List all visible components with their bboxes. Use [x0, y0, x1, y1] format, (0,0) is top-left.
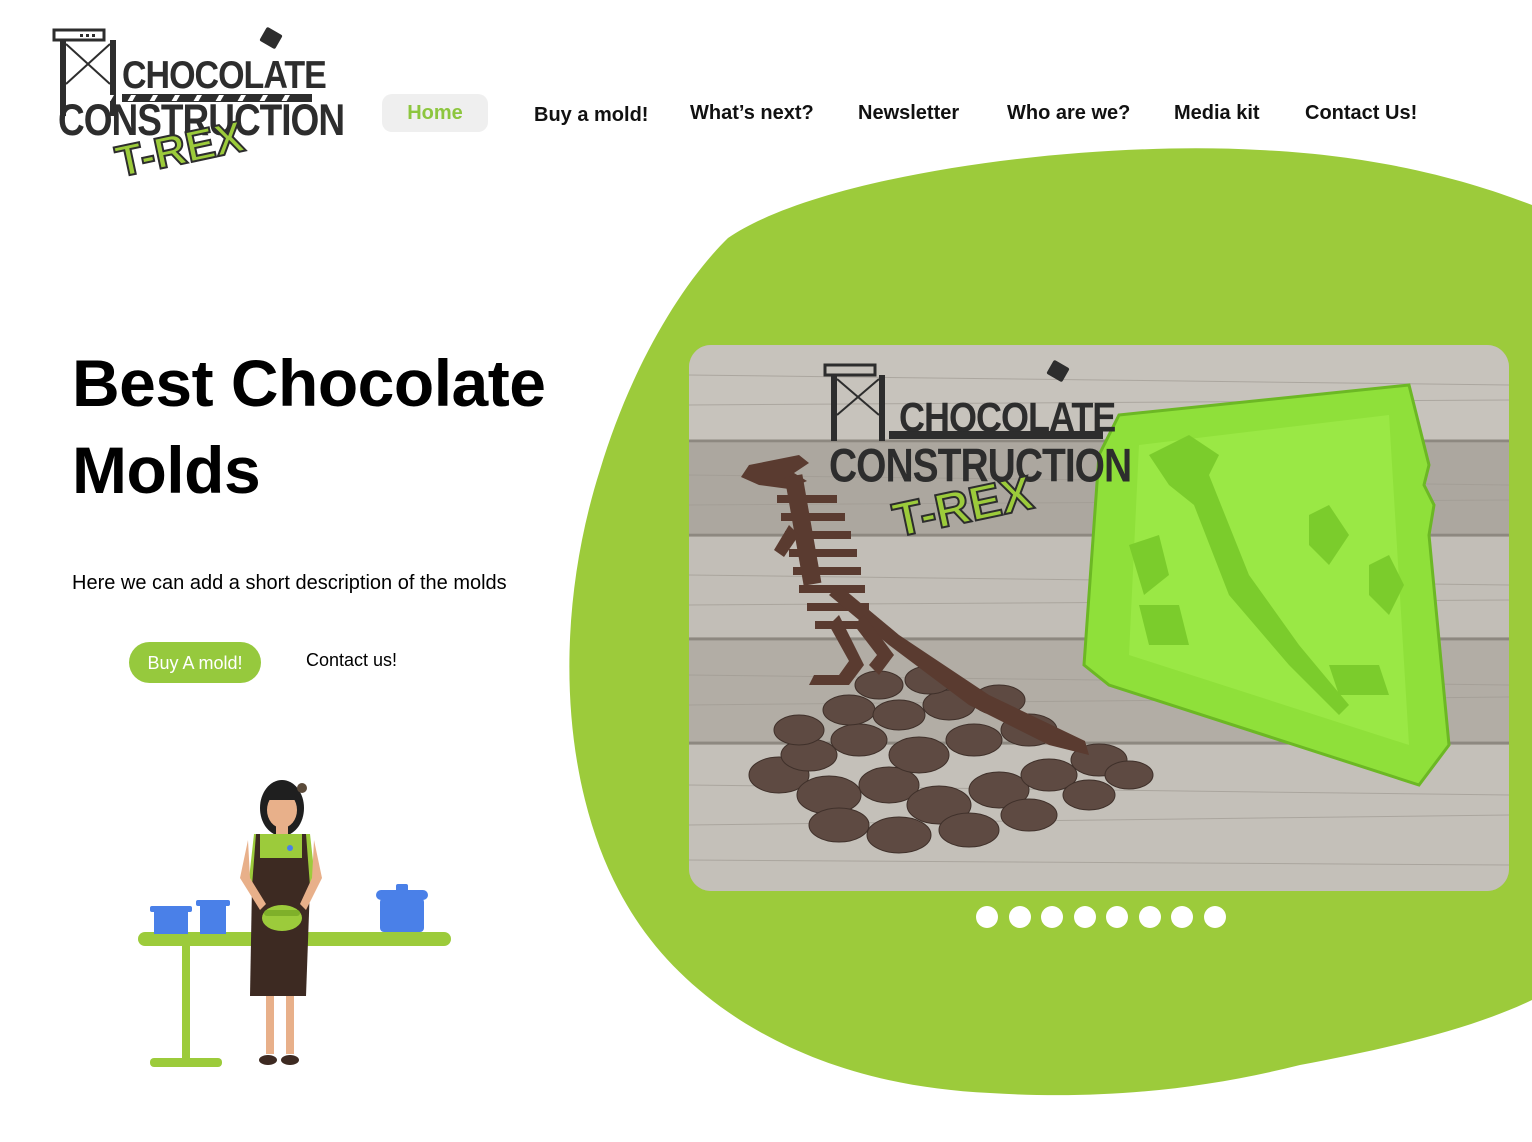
contact-us-link[interactable]: Contact us! [306, 650, 397, 671]
slider-dot[interactable] [1041, 906, 1063, 928]
slider-dot[interactable] [1203, 906, 1226, 928]
nav-item-newsletter[interactable]: Newsletter [858, 94, 959, 132]
slide-logo-text-chocolate: CHOCOLATE [899, 393, 1116, 441]
hero-title-line2: Molds [72, 433, 261, 507]
nav-item-who-are-we[interactable]: Who are we? [1007, 94, 1130, 132]
nav-item-home[interactable]: Home [382, 94, 488, 132]
woman-cooking-illustration [138, 780, 451, 1067]
slider-dots [976, 906, 1226, 928]
logo-text-chocolate: CHOCOLATE [122, 53, 327, 98]
nav-item-whats-next[interactable]: What’s next? [690, 94, 814, 132]
slider-dot[interactable] [1008, 906, 1031, 928]
slider-dot[interactable] [1073, 906, 1096, 928]
slider-dot[interactable] [976, 906, 998, 928]
slider-dot[interactable] [1138, 906, 1161, 928]
hero-title: Best Chocolate Molds [72, 340, 632, 514]
site-logo[interactable]: CHOCOLATE CONSTRUCTION T-REX [50, 24, 345, 209]
slider-dot[interactable] [1106, 906, 1128, 928]
slider-dot[interactable] [1171, 906, 1193, 928]
hero-title-line1: Best Chocolate [72, 346, 546, 420]
page: CHOCOLATE CONSTRUCTION T-REX Home Buy a … [0, 0, 1532, 1142]
nav-item-buy-a-mold[interactable]: Buy a mold! [534, 96, 648, 134]
hero-slide-image[interactable]: CHOCOLATE CONSTRUCTION T-REX [689, 345, 1509, 891]
hero-description: Here we can add a short description of t… [72, 572, 507, 594]
buy-a-mold-button[interactable]: Buy A mold! [129, 642, 261, 683]
nav-item-media-kit[interactable]: Media kit [1174, 94, 1260, 132]
nav-item-contact-us[interactable]: Contact Us! [1305, 94, 1417, 132]
